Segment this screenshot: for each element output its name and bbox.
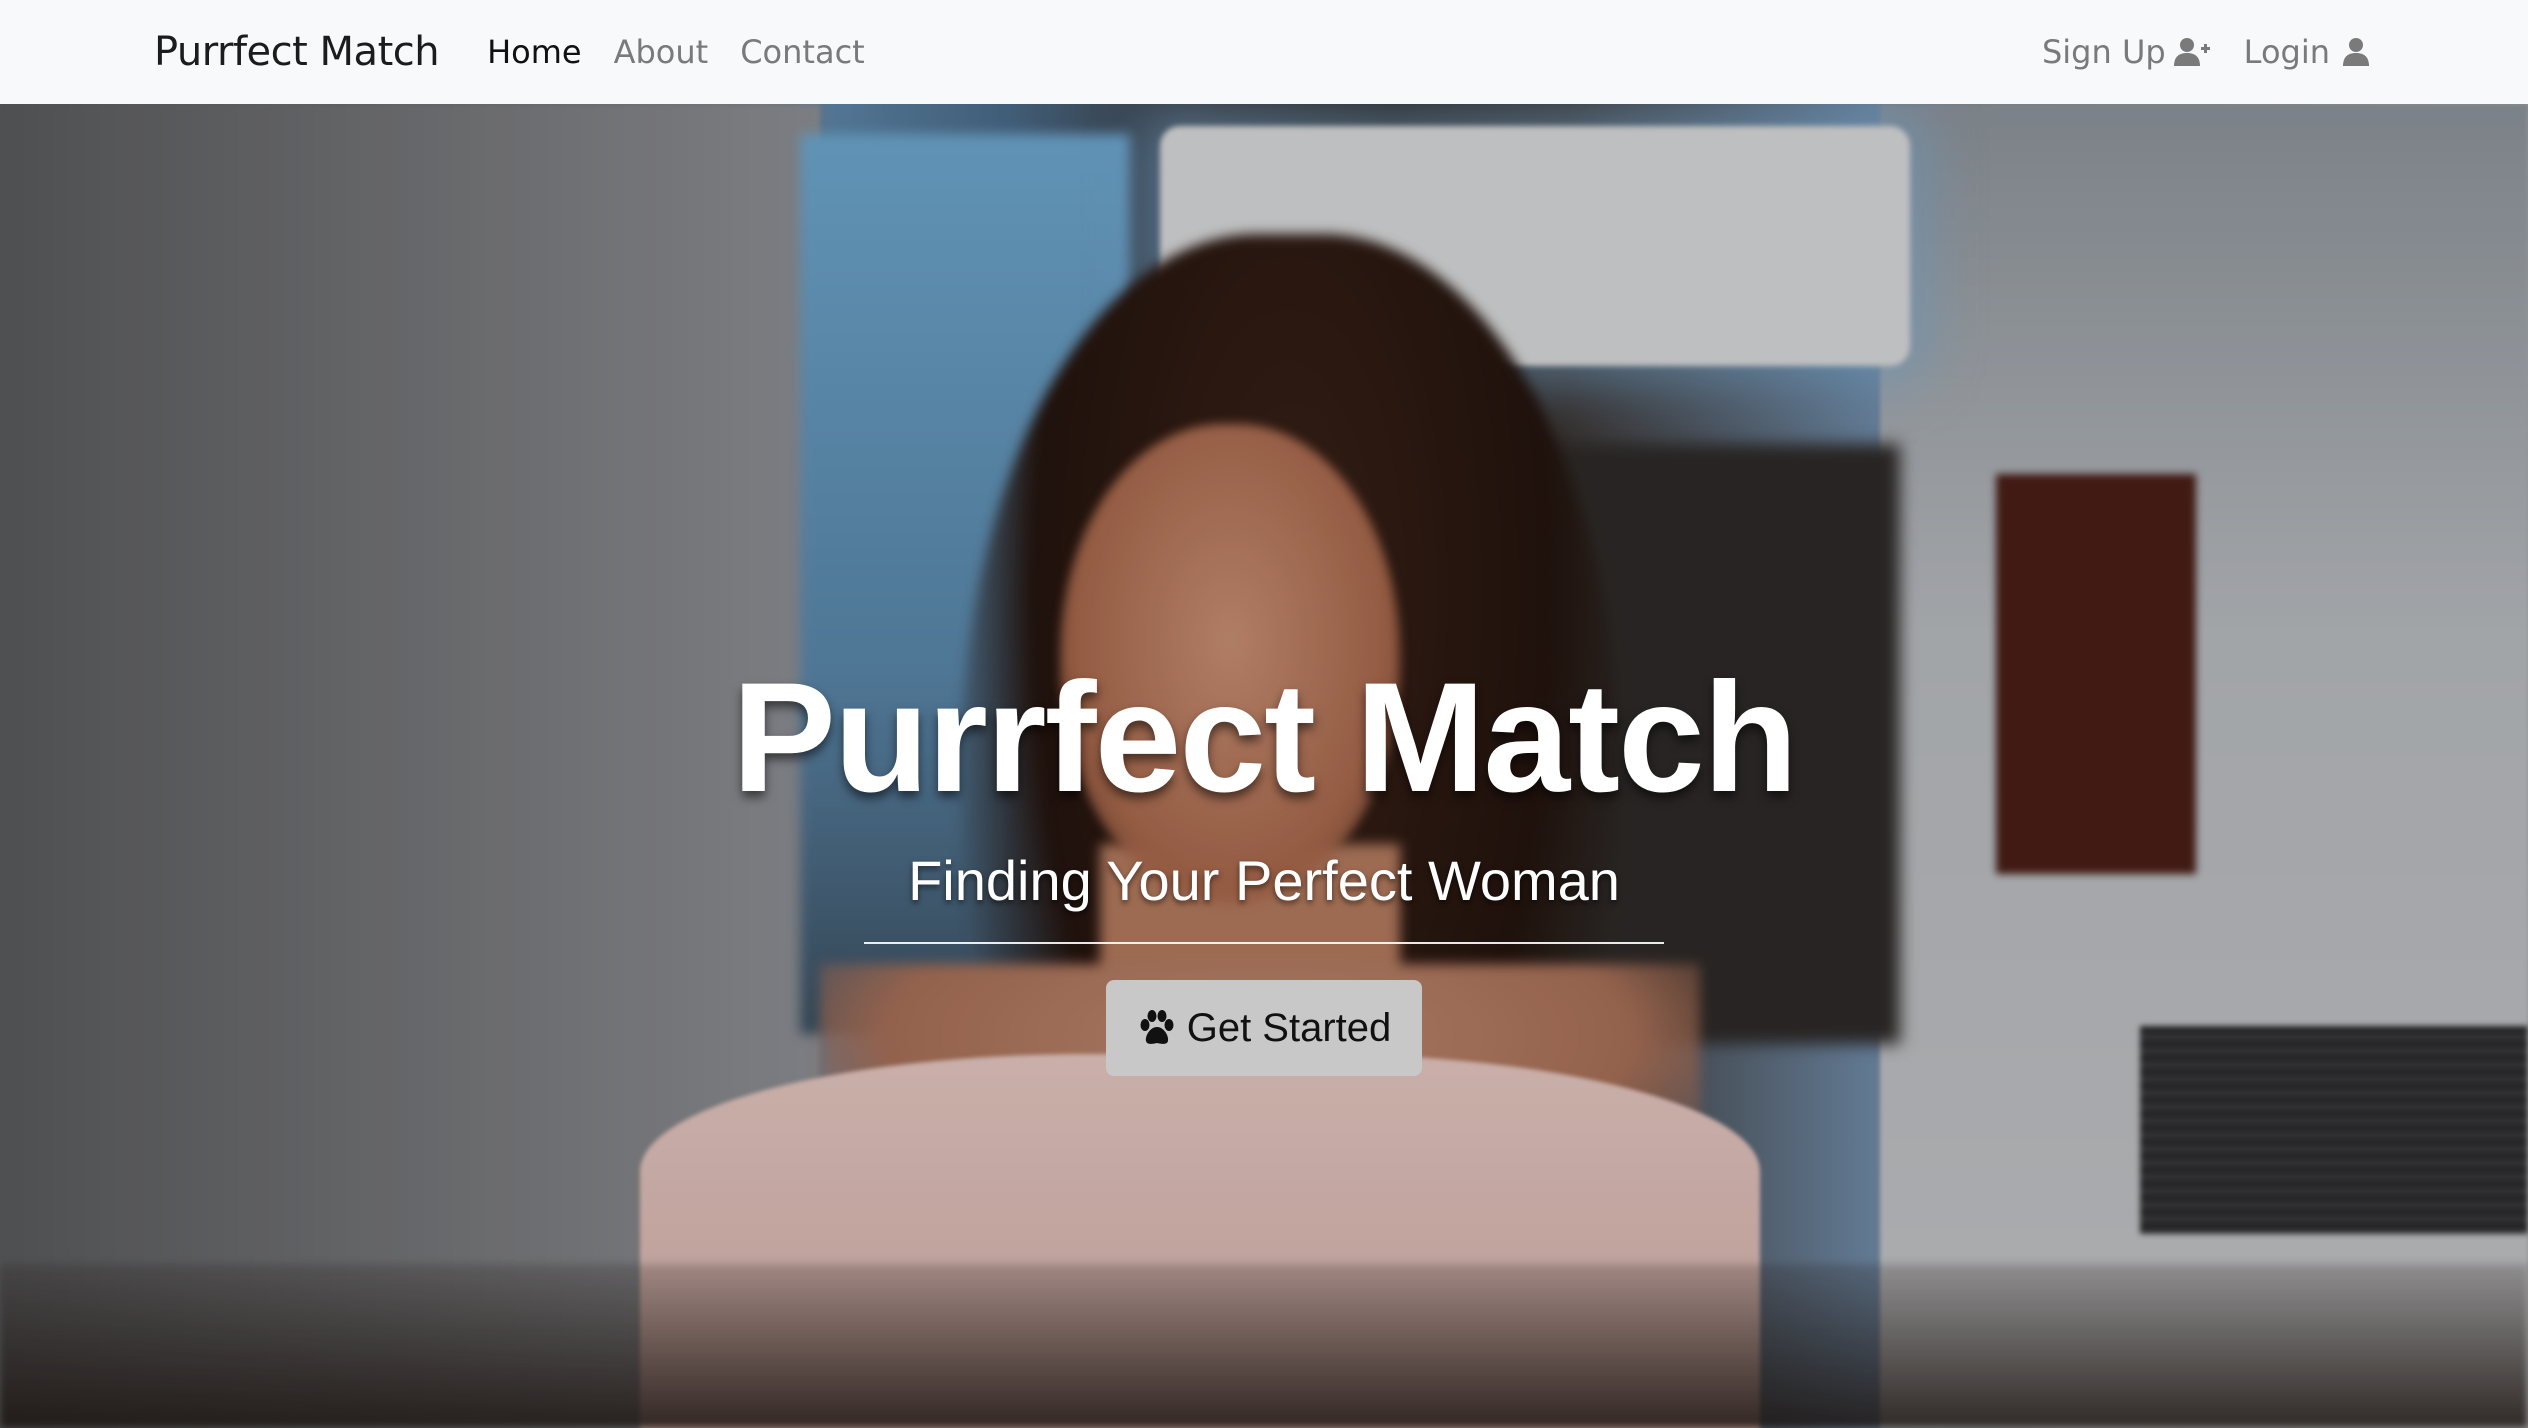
account-nav: Sign Up Login <box>2042 33 2374 71</box>
login-label: Login <box>2243 33 2330 71</box>
get-started-label: Get Started <box>1186 1005 1392 1050</box>
nav-link-home[interactable]: Home <box>487 33 582 71</box>
nav-link-contact[interactable]: Contact <box>740 33 865 71</box>
hero-subtitle: Finding Your Perfect Woman <box>908 849 1620 912</box>
signup-link[interactable]: Sign Up <box>2042 33 2210 71</box>
hero-content: Purrfect Match Finding Your Perfect Woma… <box>0 104 2528 1428</box>
hero-divider <box>864 942 1664 944</box>
get-started-button[interactable]: Get Started <box>1106 980 1422 1076</box>
top-navbar: Purrfect Match Home About Contact Sign U… <box>0 0 2528 104</box>
nav-link-about[interactable]: About <box>614 33 709 71</box>
primary-nav: Home About Contact <box>487 33 865 71</box>
user-plus-icon <box>2173 38 2210 66</box>
brand-logo-link[interactable]: Purrfect Match <box>154 29 440 75</box>
user-icon <box>2343 38 2369 66</box>
paw-icon <box>1140 1010 1174 1044</box>
login-link[interactable]: Login <box>2244 33 2374 71</box>
hero-title: Purrfect Match <box>731 651 1798 825</box>
signup-label: Sign Up <box>2041 33 2166 71</box>
